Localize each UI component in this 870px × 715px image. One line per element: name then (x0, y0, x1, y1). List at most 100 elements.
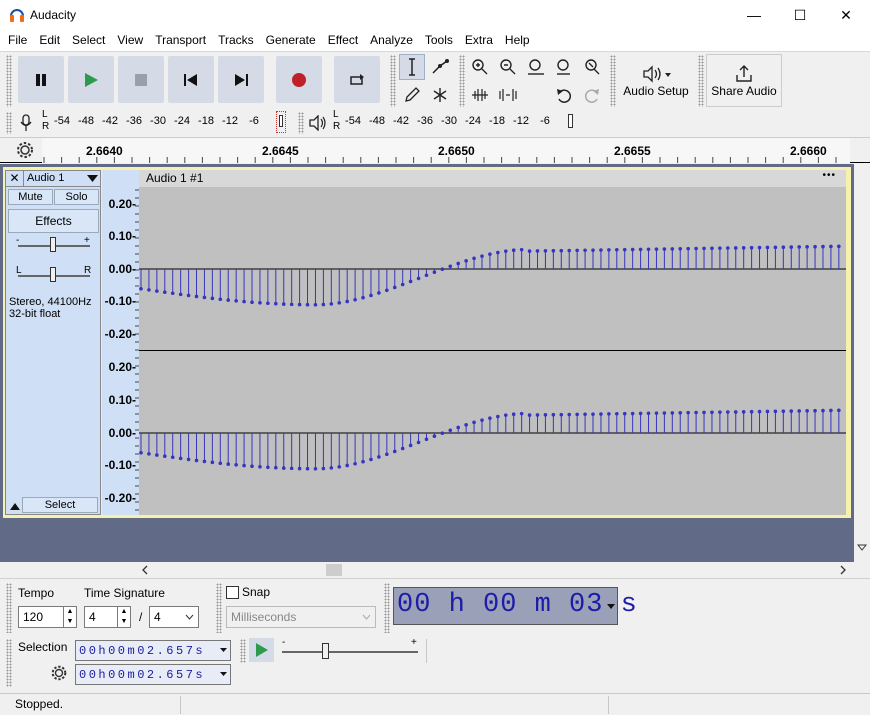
toolbar-grip[interactable] (298, 112, 304, 134)
track-name[interactable]: Audio 1 (27, 172, 64, 184)
time-format-menu-icon[interactable] (607, 604, 615, 610)
scroll-right-icon[interactable] (839, 565, 847, 575)
share-audio-button[interactable]: Share Audio (706, 54, 782, 107)
selection-end-time[interactable]: 00h00m02.657s (75, 664, 231, 685)
horizontal-scroll-thumb[interactable] (326, 564, 342, 576)
skip-to-end-button[interactable] (218, 56, 264, 103)
time-signature-numerator[interactable]: 4 (84, 606, 118, 628)
toolbar-grip[interactable] (384, 583, 390, 633)
time-signature-denominator[interactable]: 4 (149, 606, 199, 628)
selection-tool-button[interactable] (399, 54, 425, 80)
track-menu-arrow-icon[interactable] (87, 175, 98, 183)
audio-setup-button[interactable]: Audio Setup (618, 54, 694, 107)
maximize-button[interactable]: ☐ (777, 0, 823, 30)
speaker-icon[interactable] (308, 115, 328, 131)
clip-name[interactable]: Audio 1 #1 (146, 171, 203, 185)
toolbar-grip[interactable] (6, 639, 12, 687)
time-format-menu-icon[interactable] (220, 648, 227, 653)
toolbar-grip[interactable] (390, 55, 396, 107)
pan-slider-thumb[interactable] (50, 267, 56, 282)
vertical-scrollbar[interactable] (854, 164, 870, 562)
record-meter[interactable]: -54 -48 -42 -36 -30 -24 -18 -12 -6 (50, 115, 266, 127)
fit-selection-button[interactable] (523, 54, 549, 80)
time-display[interactable]: 00 h 00 m 03 s (393, 587, 637, 625)
undo-button[interactable] (551, 82, 577, 108)
snap-checkbox[interactable] (226, 586, 239, 599)
sample-point (607, 412, 611, 416)
menu-tracks[interactable]: Tracks (212, 30, 260, 51)
tempo-input[interactable]: 120 (18, 606, 64, 628)
effects-button[interactable]: Effects (8, 209, 99, 233)
clip-menu-button[interactable]: ••• (822, 170, 836, 181)
menu-file[interactable]: File (2, 30, 33, 51)
toolbar-grip[interactable] (240, 639, 246, 663)
snap-units-select[interactable]: Milliseconds (226, 606, 376, 628)
record-meter-slider[interactable] (276, 111, 286, 133)
track-close-button[interactable]: ✕ (6, 171, 24, 187)
track-control-panel[interactable]: ✕ Audio 1 Mute Solo Effects - + L R Ster… (5, 170, 101, 515)
time-format-menu-icon[interactable] (220, 672, 227, 677)
menu-edit[interactable]: Edit (33, 30, 66, 51)
clip-header[interactable]: Audio 1 #1 ••• (139, 170, 846, 187)
zoom-in-button[interactable] (467, 54, 493, 80)
menu-tools[interactable]: Tools (419, 30, 459, 51)
toolbar-grip[interactable] (610, 55, 616, 107)
scroll-down-icon[interactable] (857, 544, 867, 552)
pause-button[interactable] (18, 56, 64, 103)
loop-button[interactable] (334, 56, 380, 103)
gear-icon[interactable] (16, 141, 34, 159)
snap-label[interactable]: Snap (242, 585, 270, 599)
numerator-spinner[interactable]: ▲ ▼ (117, 606, 131, 628)
record-button[interactable] (276, 56, 322, 103)
toolbar-grip[interactable] (6, 583, 12, 633)
menu-select[interactable]: Select (66, 30, 111, 51)
waveform-display[interactable] (139, 170, 846, 515)
zoom-toggle-button[interactable] (579, 54, 605, 80)
playback-meter[interactable]: -54 -48 -42 -36 -30 -24 -18 -12 -6 (341, 115, 557, 127)
multi-tool-button[interactable] (427, 82, 453, 108)
toolbar-grip[interactable] (6, 112, 12, 134)
menu-generate[interactable]: Generate (260, 30, 322, 51)
play-at-speed-button[interactable] (249, 638, 274, 662)
menu-view[interactable]: View (111, 30, 149, 51)
mute-button[interactable]: Mute (8, 189, 53, 205)
draw-tool-button[interactable] (399, 82, 425, 108)
timeline-ruler[interactable]: 2.6640 2.6645 2.6650 2.6655 2.6660 (0, 137, 870, 163)
redo-button[interactable] (579, 82, 605, 108)
sample-point (155, 453, 159, 457)
scroll-left-icon[interactable] (141, 565, 149, 575)
gain-slider-thumb[interactable] (50, 237, 56, 252)
playback-speed-slider-thumb[interactable] (322, 643, 329, 659)
menu-extra[interactable]: Extra (459, 30, 499, 51)
menu-effect[interactable]: Effect (322, 30, 364, 51)
horizontal-scrollbar[interactable] (0, 562, 854, 578)
fit-project-button[interactable] (551, 54, 577, 80)
microphone-icon[interactable] (18, 113, 34, 133)
menu-help[interactable]: Help (499, 30, 536, 51)
tempo-spinner[interactable]: ▲ ▼ (63, 606, 77, 628)
envelope-tool-button[interactable] (427, 54, 453, 80)
play-button[interactable] (68, 56, 114, 103)
selection-start-time[interactable]: 00h00m02.657s (75, 640, 231, 661)
toolbar-grip[interactable] (6, 55, 12, 107)
toolbar-grip[interactable] (216, 583, 222, 633)
track-select-button[interactable]: Select (22, 497, 98, 513)
toolbar-grip[interactable] (459, 55, 465, 107)
menu-analyze[interactable]: Analyze (364, 30, 419, 51)
stop-button[interactable] (118, 56, 164, 103)
toolbar-grip[interactable] (698, 55, 704, 107)
silence-audio-button[interactable] (495, 82, 521, 108)
collapse-arrow-icon[interactable] (8, 499, 22, 513)
playback-speed-slider-track[interactable] (282, 651, 418, 653)
minimize-button[interactable]: — (731, 0, 777, 30)
trim-audio-button[interactable] (467, 82, 493, 108)
skip-to-start-button[interactable] (168, 56, 214, 103)
speed-min-label: - (282, 637, 286, 648)
playback-meter-slider[interactable] (566, 112, 576, 132)
gear-icon[interactable] (51, 665, 67, 681)
menu-transport[interactable]: Transport (149, 30, 212, 51)
vertical-ruler[interactable]: 0.20- 0.10- 0.00- -0.10- -0.20- 0.20- 0.… (102, 170, 139, 515)
solo-button[interactable]: Solo (54, 189, 99, 205)
close-button[interactable]: ✕ (823, 0, 869, 30)
zoom-out-button[interactable] (495, 54, 521, 80)
